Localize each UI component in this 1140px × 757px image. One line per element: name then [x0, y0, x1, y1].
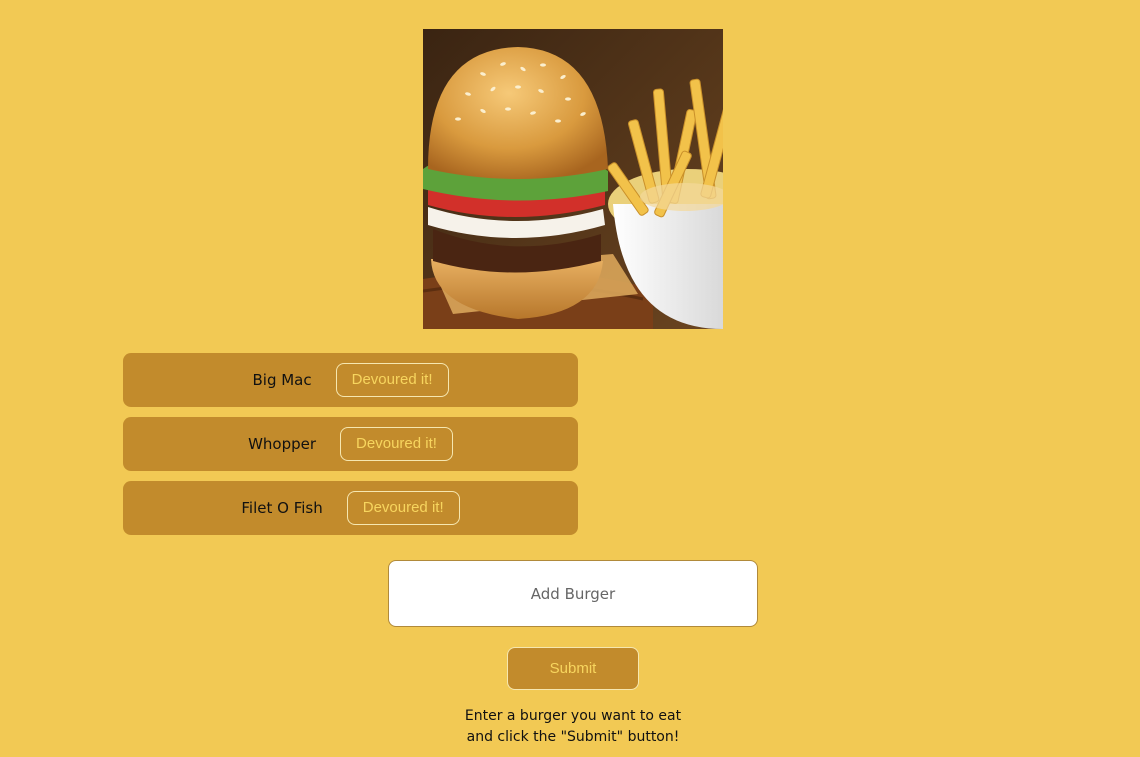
- burger-fries-illustration: [423, 29, 723, 329]
- burger-hero-image: [423, 29, 723, 329]
- burger-name: Filet O Fish: [241, 499, 323, 517]
- list-item: Filet O Fish Devoured it!: [123, 481, 578, 535]
- devour-button[interactable]: Devoured it!: [340, 427, 453, 461]
- instructions-text: Enter a burger you want to eat and click…: [373, 706, 773, 748]
- burger-name: Whopper: [248, 435, 317, 453]
- list-item: Whopper Devoured it!: [123, 417, 578, 471]
- burger-name: Big Mac: [252, 371, 312, 389]
- submit-button[interactable]: Submit: [507, 647, 639, 690]
- devour-button[interactable]: Devoured it!: [335, 363, 449, 397]
- instructions-line-1: Enter a burger you want to eat: [464, 708, 682, 724]
- add-burger-input[interactable]: [388, 560, 758, 627]
- instructions-line-2: and click the "Submit" button!: [466, 729, 680, 745]
- list-item: Big Mac Devoured it!: [123, 353, 578, 407]
- burger-list: Big Mac Devoured it! Whopper Devoured it…: [123, 353, 578, 545]
- devour-button[interactable]: Devoured it!: [346, 491, 460, 525]
